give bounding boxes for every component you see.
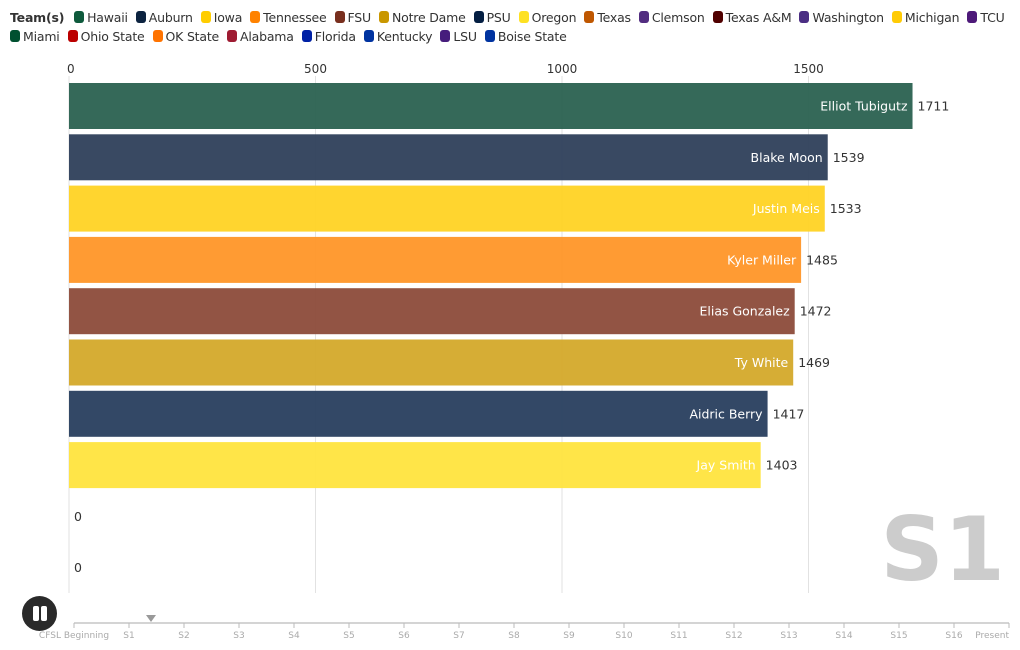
bar-value-label: 1711: [918, 99, 950, 114]
timeline-label[interactable]: S16: [945, 631, 962, 641]
bar-value-label: 1417: [773, 406, 805, 421]
timeline-label[interactable]: S15: [890, 631, 907, 641]
bar[interactable]: [69, 236, 802, 283]
bar-name-label: Elias Gonzalez: [699, 304, 790, 319]
timeline-label[interactable]: S9: [563, 631, 575, 641]
bar[interactable]: [69, 134, 828, 181]
timeline-label[interactable]: S13: [780, 631, 797, 641]
timeline-label[interactable]: S4: [288, 631, 300, 641]
bar-name-label: Ty White: [734, 355, 789, 370]
period-label: S1: [880, 498, 1005, 600]
x-tick-label: 1000: [547, 62, 578, 76]
bar-value-label: 1469: [798, 355, 830, 370]
x-tick-label: 1500: [793, 62, 824, 76]
bar-name-label: Justin Meis: [752, 201, 820, 216]
timeline-label[interactable]: S5: [343, 631, 354, 641]
timeline-label[interactable]: S7: [453, 631, 464, 641]
bar[interactable]: [69, 288, 795, 335]
bar-name-label: Aidric Berry: [689, 406, 763, 421]
bar-value-label: 1533: [830, 201, 862, 216]
bar-value-label: 1472: [800, 304, 832, 319]
bar-name-label: Jay Smith: [696, 458, 756, 473]
bar[interactable]: [69, 83, 913, 129]
timeline-label[interactable]: S10: [615, 631, 632, 641]
bar-chart: 0 500 1000 1500 Elliot Tubigutz 1711 Blake Mo…: [67, 62, 1005, 600]
bar-value-label: 1403: [766, 458, 798, 473]
timeline-label[interactable]: S1: [123, 631, 134, 641]
timeline-slider[interactable]: CFSL Beginning S1 S2 S3 S4 S5 S6 S7 S8 S9 S10 S11 S1…: [0, 600, 1020, 650]
x-tick-label: 0: [67, 62, 75, 76]
timeline-handle[interactable]: [146, 615, 156, 622]
bar-name-label: Blake Moon: [751, 150, 823, 165]
timeline-label[interactable]: S12: [725, 631, 742, 641]
timeline-label[interactable]: S2: [178, 631, 189, 641]
bar-value-label: 0: [74, 509, 82, 524]
timeline-label[interactable]: S14: [835, 631, 852, 641]
bar-value-label: 1485: [806, 252, 838, 267]
bars: Elliot Tubigutz 1711 Blake Moon 1539 Justin …: [69, 83, 949, 575]
bar-name-label: Kyler Miller: [727, 252, 797, 267]
bar-value-label: 0: [74, 560, 82, 575]
x-tick-label: 500: [304, 62, 327, 76]
bar-name-label: Elliot Tubigutz: [820, 99, 908, 114]
timeline-label[interactable]: Present: [975, 631, 1009, 641]
bar[interactable]: [69, 442, 761, 489]
timeline-label[interactable]: S11: [670, 631, 687, 641]
x-axis-ticks: 0 500 1000 1500: [67, 62, 824, 76]
bar[interactable]: [69, 339, 794, 386]
bar[interactable]: [69, 390, 768, 437]
bar[interactable]: [69, 185, 825, 232]
timeline-label[interactable]: CFSL Beginning: [39, 631, 109, 641]
timeline-label[interactable]: S3: [233, 631, 244, 641]
timeline-label[interactable]: S8: [508, 631, 520, 641]
timeline-label[interactable]: S6: [398, 631, 410, 641]
bar-value-label: 1539: [833, 150, 865, 165]
